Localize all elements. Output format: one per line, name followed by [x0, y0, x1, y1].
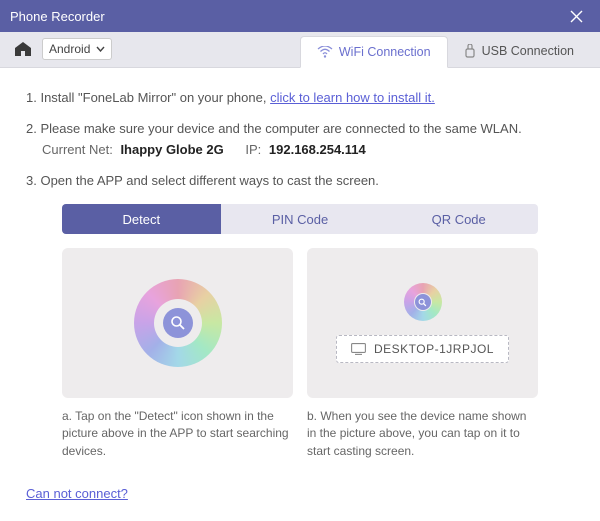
step-3-text: 3. Open the APP and select different way…	[26, 173, 379, 188]
step-1: 1. Install "FoneLab Mirror" on your phon…	[26, 90, 574, 105]
instruction-cards: DESKTOP-1JRPJOL	[62, 248, 538, 398]
ip-value: 192.168.254.114	[269, 142, 366, 157]
magnifier-small-icon	[418, 298, 427, 307]
segment-pin[interactable]: PIN Code	[221, 204, 380, 234]
monitor-icon	[351, 343, 366, 355]
step-2-text: 2. Please make sure your device and the …	[26, 121, 522, 136]
toolbar: Android WiFi Connection USB Connection	[0, 32, 600, 68]
close-icon	[570, 10, 583, 23]
network-info: Current Net: Ihappy Globe 2G IP: 192.168…	[26, 142, 574, 157]
tab-usb-label: USB Connection	[482, 44, 574, 58]
card-detect	[62, 248, 293, 398]
home-icon	[14, 41, 32, 57]
magnifier-badge-small	[415, 294, 431, 310]
tab-usb[interactable]: USB Connection	[448, 35, 590, 67]
color-wheel-icon	[134, 279, 222, 367]
titlebar: Phone Recorder	[0, 0, 600, 32]
step-3: 3. Open the APP and select different way…	[26, 173, 574, 188]
color-wheel-small-icon	[404, 283, 442, 321]
usb-icon	[464, 44, 476, 58]
home-button[interactable]	[10, 37, 36, 61]
segment-detect[interactable]: Detect	[62, 204, 221, 234]
close-button[interactable]	[562, 2, 590, 30]
captions: a. Tap on the "Detect" icon shown in the…	[62, 408, 538, 460]
device-name-box: DESKTOP-1JRPJOL	[336, 335, 509, 363]
segment-qr[interactable]: QR Code	[379, 204, 538, 234]
cannot-connect-link[interactable]: Can not connect?	[26, 486, 128, 501]
connection-tabs: WiFi Connection USB Connection	[300, 32, 590, 67]
chevron-down-icon	[96, 46, 105, 52]
wifi-icon	[317, 46, 333, 58]
ip-label: IP:	[245, 142, 261, 157]
platform-label: Android	[49, 42, 90, 56]
window-title: Phone Recorder	[10, 9, 562, 24]
current-net-label: Current Net:	[42, 142, 113, 157]
platform-select[interactable]: Android	[42, 38, 112, 60]
magnifier-icon	[170, 315, 186, 331]
caption-b: b. When you see the device name shown in…	[307, 408, 538, 460]
install-help-link[interactable]: click to learn how to install it.	[270, 90, 435, 105]
cast-method-segment: Detect PIN Code QR Code	[62, 204, 538, 234]
step-2: 2. Please make sure your device and the …	[26, 121, 574, 157]
main-content: 1. Install "FoneLab Mirror" on your phon…	[0, 68, 600, 515]
device-name-text: DESKTOP-1JRPJOL	[374, 342, 494, 356]
current-net-value: Ihappy Globe 2G	[120, 142, 223, 157]
caption-a: a. Tap on the "Detect" icon shown in the…	[62, 408, 293, 460]
magnifier-badge	[163, 308, 193, 338]
tab-wifi-label: WiFi Connection	[339, 45, 431, 59]
step-1-text: 1. Install "FoneLab Mirror" on your phon…	[26, 90, 270, 105]
card-device: DESKTOP-1JRPJOL	[307, 248, 538, 398]
tab-wifi[interactable]: WiFi Connection	[300, 36, 448, 68]
